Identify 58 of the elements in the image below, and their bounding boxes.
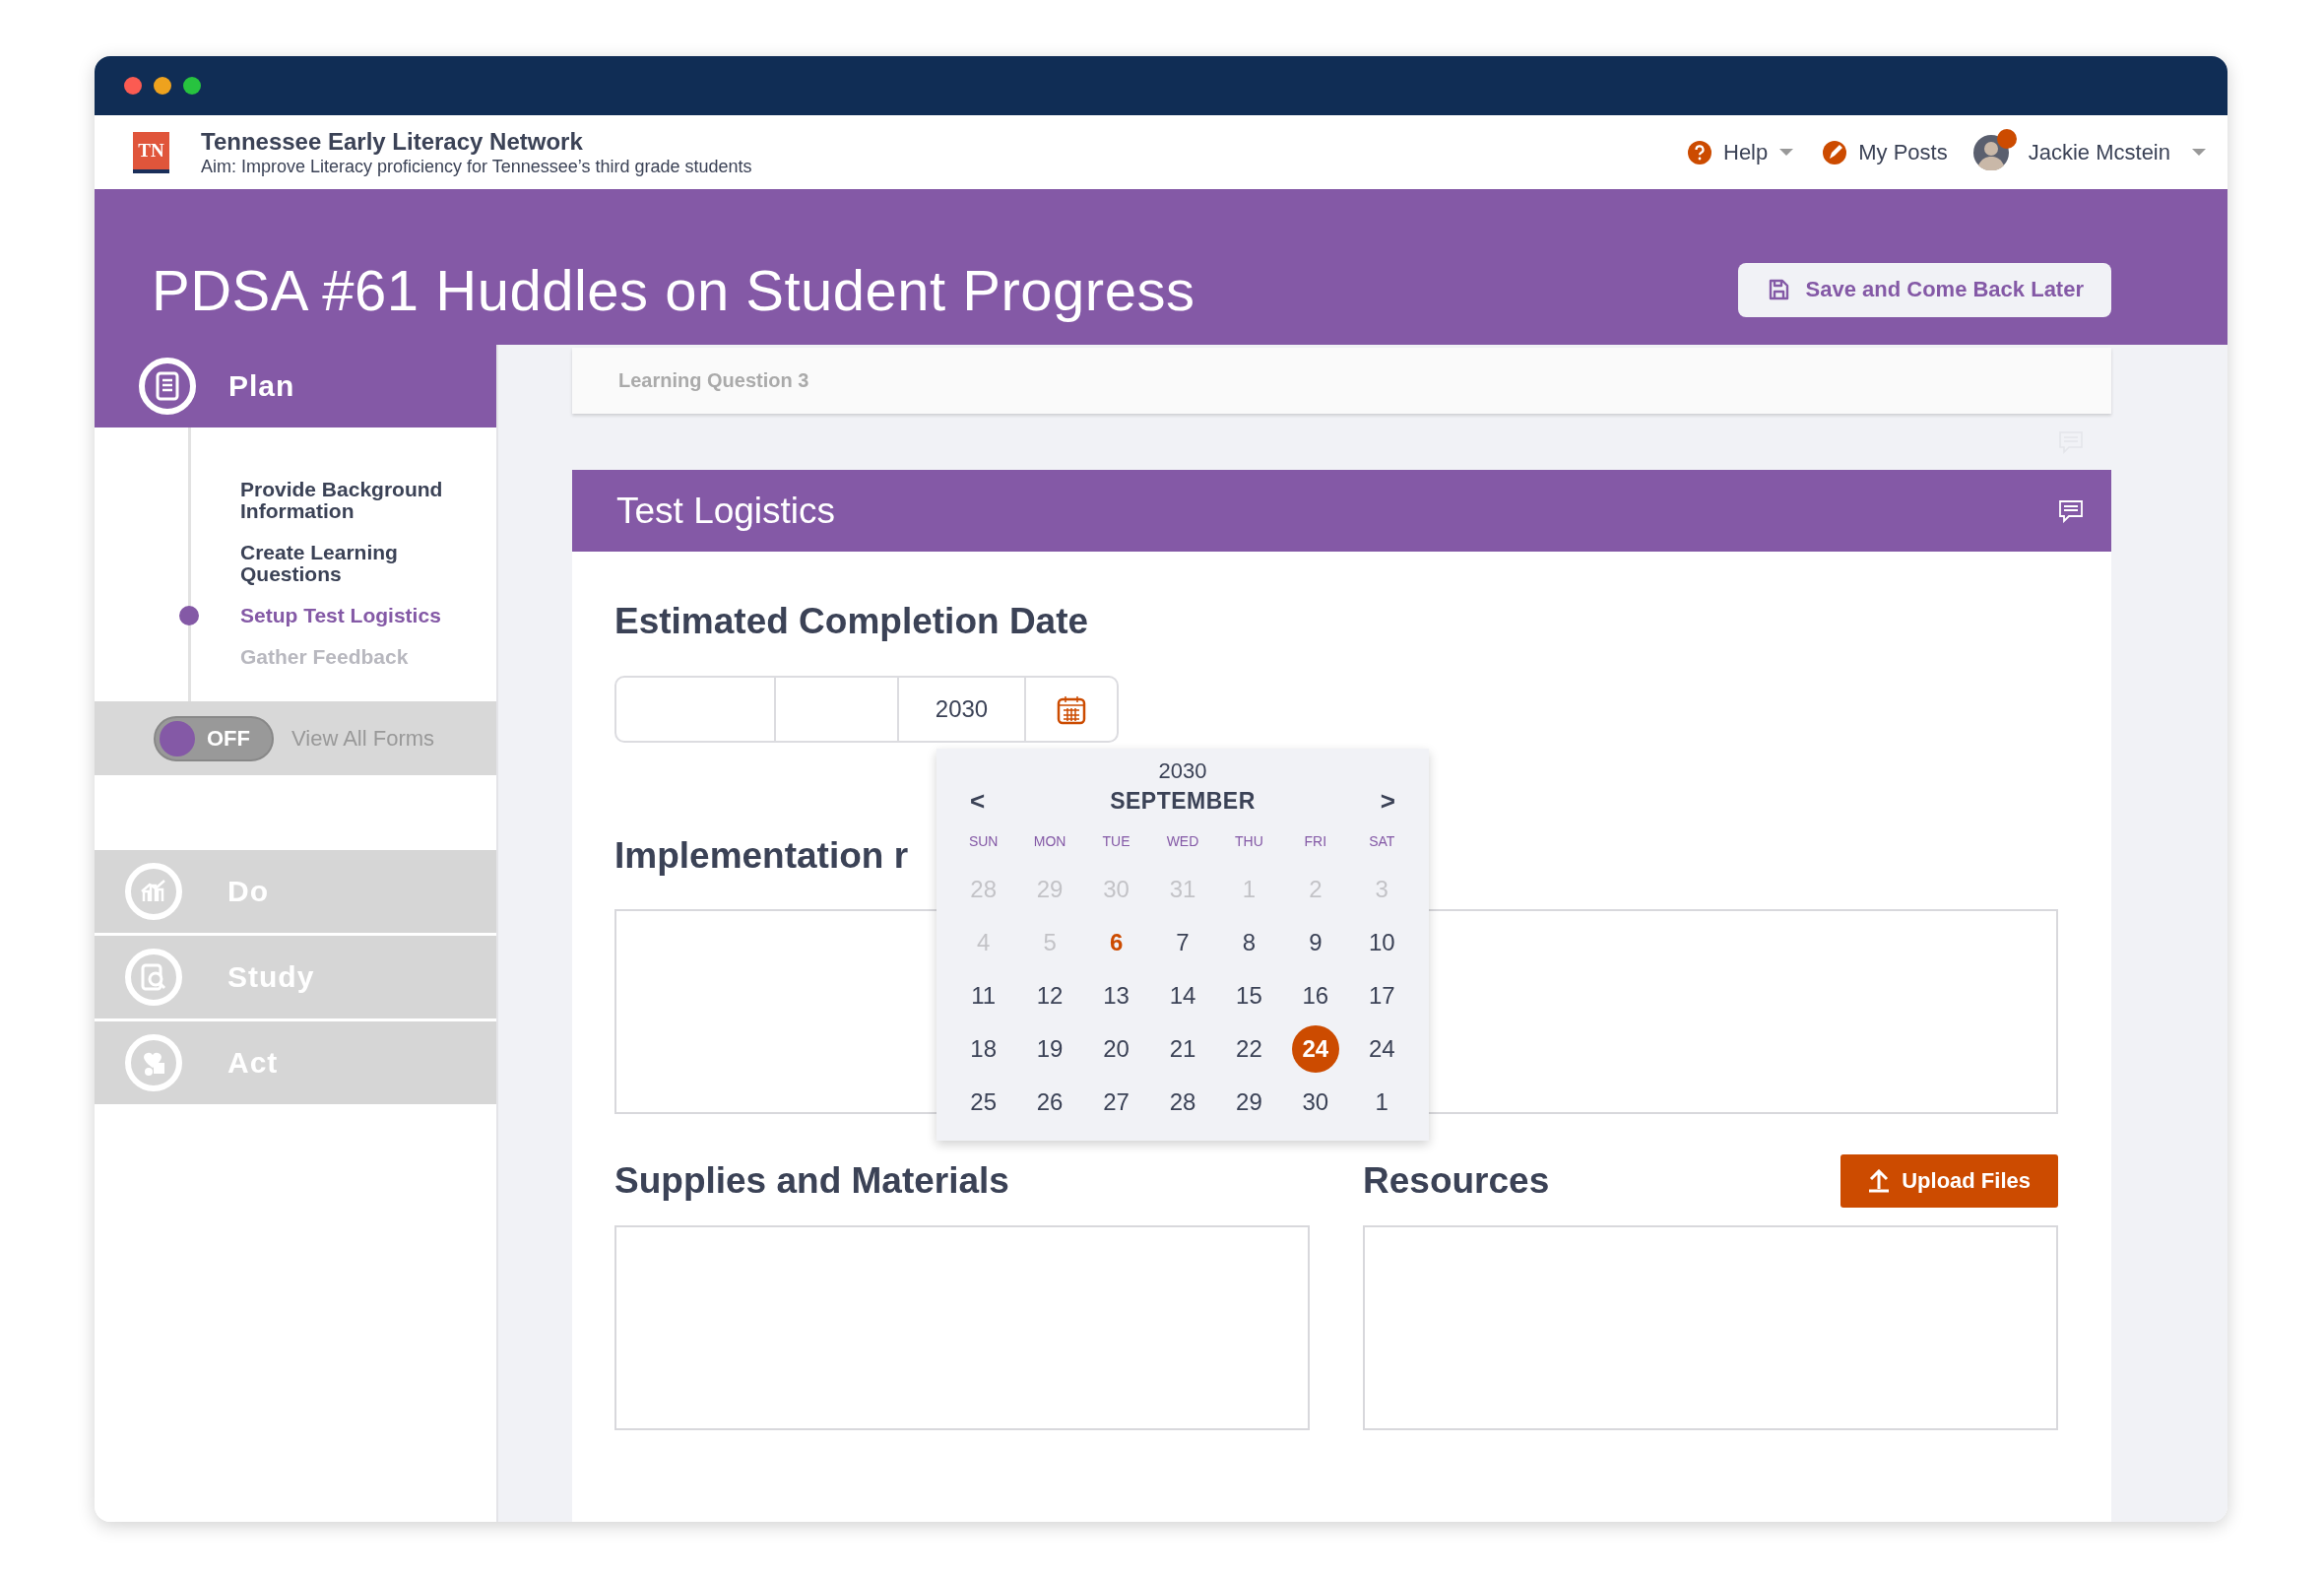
calendar-day[interactable]: 15 [1225,972,1273,1019]
year-value: 2030 [935,695,989,723]
calendar-year: 2030 [1157,758,1208,784]
weekday-label: TUE [1101,832,1131,851]
step-link[interactable]: Provide Background Information [240,479,467,522]
calendar-day[interactable]: 6 [1092,919,1140,966]
calendar-month: SEPTEMBER [1110,787,1256,815]
logo: TN [133,131,169,173]
calendar-day[interactable]: 13 [1092,972,1140,1019]
calendar-day[interactable]: 28 [1159,1079,1206,1126]
weekday-label: FRI [1303,832,1328,851]
calendar-day[interactable]: 16 [1291,972,1339,1019]
calendar-day[interactable]: 26 [1026,1079,1074,1126]
previous-month-button[interactable]: < [970,785,986,817]
calendar-day[interactable]: 17 [1358,972,1406,1019]
step-link[interactable]: Create Learning Questions [240,542,467,585]
nav-link[interactable]: Help [1723,139,1769,165]
aim-text: Aim: Improve Literacy proficiency for Tennessee’s third grade students [201,155,752,177]
field-heading: Resources [1363,1159,1550,1203]
weekday-label: MON [1032,832,1067,851]
upload-button[interactable]: Upload Files [1840,1154,2058,1208]
calendar-day[interactable]: 7 [1159,919,1206,966]
calendar-day[interactable]: 11 [959,972,1007,1019]
calendar-day[interactable]: 1 [1358,1079,1406,1126]
weekday-label: THU [1234,832,1264,851]
calendar-day[interactable]: 20 [1092,1025,1140,1073]
calendar-day[interactable]: 8 [1225,919,1273,966]
section-title: Test Logistics [616,490,837,532]
calendar-day[interactable]: 27 [1092,1079,1140,1126]
toggle-label: View All Forms [291,725,435,752]
date-input[interactable]: 2030 [614,676,1119,743]
calendar-day[interactable]: 25 [959,1079,1007,1126]
calendar-day[interactable]: 14 [1159,972,1206,1019]
calendar-day[interactable]: 24 [1358,1025,1406,1073]
field-heading: Supplies and Materials [614,1159,1009,1203]
save-button[interactable]: Save and Come Back Later [1737,262,2111,317]
organization-name: Tennessee Early Literacy Network [201,127,584,156]
calendar-day[interactable]: 9 [1291,919,1339,966]
user-name[interactable]: Jackie Mcstein [2028,139,2170,165]
calendar-day[interactable]: 10 [1358,919,1406,966]
weekday-label: WED [1165,832,1200,851]
field-heading: Estimated Completion Date [614,600,1090,643]
page-title: PDSA #61 Huddles on Student Progress [152,256,1196,323]
nav-link[interactable]: My Posts [1858,139,1948,165]
calendar-day[interactable]: 12 [1026,972,1074,1019]
next-month-button[interactable]: > [1380,785,1395,817]
calendar-day[interactable]: 22 [1225,1025,1273,1073]
calendar-day[interactable]: 30 [1291,1079,1339,1126]
phase-tab[interactable]: Plan [95,345,496,427]
weekday-label: SAT [1368,832,1396,851]
calendar-day[interactable]: 29 [1225,1079,1273,1126]
calendar-day[interactable]: 18 [959,1025,1007,1073]
calendar-day[interactable]: 21 [1159,1025,1206,1073]
calendar-day[interactable]: 19 [1026,1025,1074,1073]
step-link[interactable]: Setup Test Logistics [240,605,467,626]
weekday-label: SUN [967,832,1000,851]
calendar-day[interactable]: 24 [1291,1025,1339,1073]
field-heading: Implementation r [614,834,909,878]
